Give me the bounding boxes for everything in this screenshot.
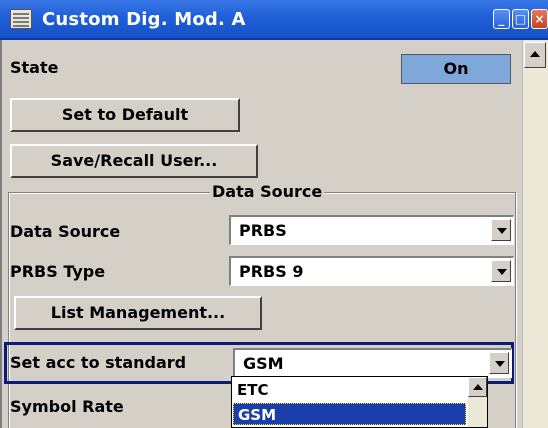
custom-dig-mod-window: Custom Dig. Mod. A _ □ × State On Set to… [0,0,548,428]
chevron-down-icon[interactable] [491,260,511,282]
vertical-scrollbar[interactable] [522,40,548,428]
app-menu-icon[interactable] [10,9,32,29]
prbs-type-value: PRBS 9 [239,262,304,281]
dropdown-option-etc[interactable]: ETC [233,379,466,401]
state-label: State [10,58,59,77]
prbs-type-select[interactable]: PRBS 9 [229,256,514,286]
data-source-label: Data Source [10,222,121,241]
list-management-button[interactable]: List Management... [14,296,262,330]
scroll-up-icon[interactable] [468,377,487,397]
window-title: Custom Dig. Mod. A [42,9,246,30]
maximize-icon[interactable]: □ [512,9,529,29]
set-acc-to-standard-label: Set acc to standard [10,353,187,372]
dropdown-scrollbar[interactable] [468,377,487,427]
content-panel: State On Set to Default Save/Recall User… [0,40,520,428]
minimize-icon[interactable]: _ [493,9,510,29]
chevron-down-icon[interactable] [491,219,511,241]
prbs-type-label: PRBS Type [10,262,106,281]
dropdown-option-gsm[interactable]: GSM [233,403,466,425]
data-source-group-title: Data Source [210,182,325,201]
standard-value: GSM [243,354,284,373]
title-bar[interactable]: Custom Dig. Mod. A _ □ × [0,0,548,40]
close-icon[interactable]: × [531,9,548,29]
state-toggle-button[interactable]: On [401,54,511,84]
standard-select[interactable]: GSM [233,348,512,378]
symbol-rate-label: Symbol Rate [10,397,124,416]
set-to-default-button[interactable]: Set to Default [10,98,240,132]
standard-dropdown-list[interactable]: ETC GSM [231,376,488,428]
data-source-select[interactable]: PRBS [229,215,514,245]
scroll-up-icon[interactable] [524,42,546,68]
save-recall-user-button[interactable]: Save/Recall User... [10,144,258,178]
chevron-down-icon[interactable] [489,352,509,374]
data-source-value: PRBS [239,221,287,240]
